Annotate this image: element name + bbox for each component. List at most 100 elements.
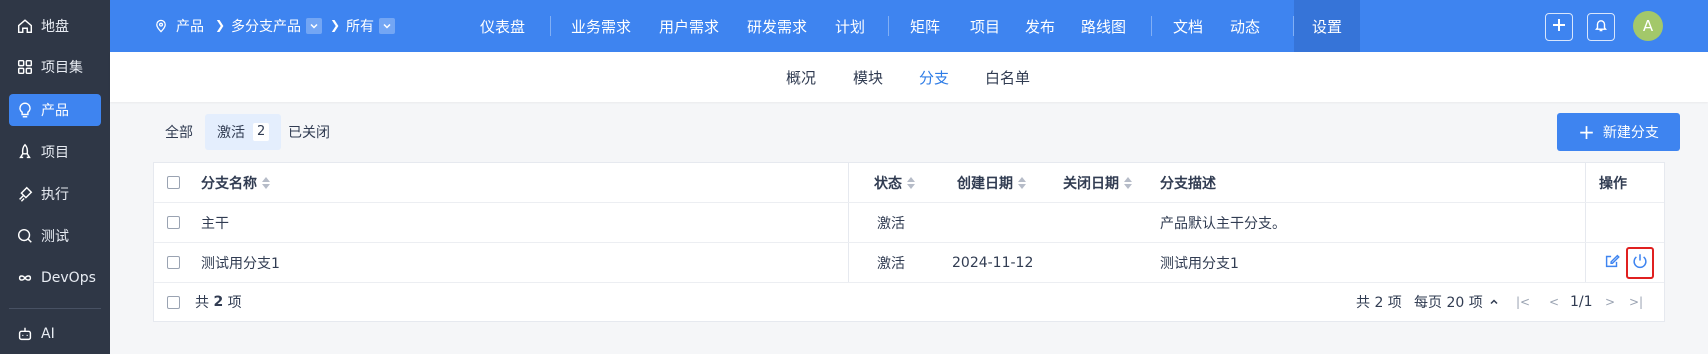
row-checkbox[interactable]	[167, 216, 180, 229]
last-page-icon[interactable]: >|	[1629, 295, 1643, 309]
header-status[interactable]: 状态	[874, 163, 915, 202]
subnav-whitelist[interactable]: 白名单	[985, 52, 1030, 102]
header-created[interactable]: 创建日期	[957, 163, 1026, 202]
nav-activity[interactable]: 动态	[1230, 0, 1260, 52]
sidebar-item-devops[interactable]: DevOps	[9, 262, 101, 294]
breadcrumb-scope-select[interactable]: 所有	[346, 0, 395, 52]
subnav-branches[interactable]: 分支	[919, 52, 949, 102]
edit-button[interactable]	[1600, 251, 1624, 275]
branch-table: 分支名称 状态 创建日期 关闭日期 分支描述 操作 主干 激活 产品默认主干分支…	[153, 162, 1665, 322]
bell-icon	[1594, 18, 1608, 36]
nav-dashboard[interactable]: 仪表盘	[480, 0, 525, 52]
sidebar-item-label: 测试	[41, 229, 69, 245]
pager-total: 共 2 项	[1356, 295, 1402, 311]
edit-icon	[1603, 252, 1621, 274]
nav-roadmap[interactable]: 路线图	[1081, 0, 1126, 52]
subnav-modules[interactable]: 模块	[853, 52, 883, 102]
chevron-up-icon	[1489, 297, 1499, 307]
bulb-icon	[16, 101, 34, 119]
breadcrumb-separator-icon: ❯	[215, 18, 226, 32]
new-branch-button[interactable]: + 新建分支	[1557, 113, 1680, 151]
power-icon	[1631, 252, 1649, 274]
nav-release[interactable]: 发布	[1025, 0, 1055, 52]
nav-settings[interactable]: 设置	[1294, 0, 1361, 52]
filter-all[interactable]: 全部	[165, 114, 193, 150]
sidebar-item-dashboard[interactable]: 地盘	[9, 10, 101, 42]
row-checkbox[interactable]	[167, 256, 180, 269]
first-page-icon[interactable]: |<	[1516, 295, 1530, 309]
plus-icon: +	[1578, 120, 1595, 144]
subnav: 概况 模块 分支 白名单	[110, 52, 1708, 102]
nav-dev-requirements[interactable]: 研发需求	[747, 0, 807, 52]
filter-closed[interactable]: 已关闭	[288, 114, 330, 150]
filter-active[interactable]: 激活 2	[205, 114, 282, 150]
footer-select-checkbox[interactable]	[167, 296, 180, 309]
sidebar-item-program[interactable]: 项目集	[9, 51, 101, 83]
header-description: 分支描述	[1160, 175, 1216, 192]
sidebar-item-label: 地盘	[41, 19, 69, 35]
test-search-icon	[16, 227, 34, 245]
sort-icon	[1124, 176, 1132, 189]
user-avatar[interactable]: A	[1633, 11, 1663, 41]
nav-docs[interactable]: 文档	[1173, 0, 1203, 52]
nav-divider	[888, 16, 889, 36]
branch-status: 激活	[877, 255, 905, 272]
table-footer: 共 2 项 共 2 项 每页 20 项 |< < 1/1 > >|	[154, 283, 1664, 321]
table-row: 主干 激活 产品默认主干分支。	[154, 203, 1664, 243]
header-closed[interactable]: 关闭日期	[1063, 163, 1132, 202]
nav-divider	[550, 16, 551, 36]
sort-icon	[262, 176, 270, 189]
chevron-down-icon[interactable]	[379, 18, 395, 34]
location-pin-icon	[154, 19, 168, 33]
breadcrumb-product[interactable]: 产品	[154, 0, 204, 52]
subnav-overview[interactable]: 概况	[786, 52, 816, 102]
sidebar-item-label: 项目集	[41, 60, 83, 76]
sidebar-item-product[interactable]: 产品	[9, 94, 101, 126]
sidebar-divider	[9, 308, 101, 309]
header-actions: 操作	[1599, 175, 1627, 192]
sidebar-item-test[interactable]: 测试	[9, 220, 101, 252]
home-icon	[16, 17, 34, 35]
chevron-down-icon[interactable]	[306, 18, 322, 34]
nav-project[interactable]: 项目	[970, 0, 1000, 52]
sidebar-item-execution[interactable]: 执行	[9, 178, 101, 210]
robot-icon	[16, 325, 34, 343]
table-header: 分支名称 状态 创建日期 关闭日期 分支描述 操作	[154, 163, 1664, 203]
sidebar-item-label: 执行	[41, 187, 69, 203]
table-row: 测试用分支1 激活 2024-11-12 测试用分支1	[154, 243, 1664, 283]
grid-icon	[16, 58, 34, 76]
close-branch-button[interactable]	[1626, 247, 1654, 279]
sidebar-item-project[interactable]: 项目	[9, 136, 101, 168]
sort-icon	[1018, 176, 1026, 189]
branch-name[interactable]: 主干	[201, 203, 229, 242]
select-all-checkbox[interactable]	[167, 176, 180, 189]
run-icon	[16, 185, 34, 203]
prev-page-icon[interactable]: <	[1549, 295, 1559, 309]
total-count: 共 2 项	[195, 294, 242, 311]
sort-icon	[907, 176, 915, 189]
next-page-icon[interactable]: >	[1605, 295, 1615, 309]
nav-plan[interactable]: 计划	[835, 0, 865, 52]
branch-created-date: 2024-11-12	[952, 254, 1034, 271]
page-indicator: 1/1	[1570, 294, 1593, 310]
plus-icon	[1552, 18, 1566, 36]
header-name[interactable]: 分支名称	[201, 163, 270, 202]
nav-business-requirements[interactable]: 业务需求	[571, 0, 631, 52]
nav-user-requirements[interactable]: 用户需求	[659, 0, 719, 52]
branch-description: 产品默认主干分支。	[1160, 215, 1286, 232]
branch-status: 激活	[877, 215, 905, 232]
branch-name[interactable]: 测试用分支1	[201, 243, 280, 282]
sidebar-item-label: DevOps	[41, 270, 96, 286]
filter-active-count: 2	[253, 123, 270, 141]
sidebar-item-label: 项目	[41, 145, 69, 161]
breadcrumb-product-select[interactable]: 多分支产品	[231, 0, 322, 52]
nav-matrix[interactable]: 矩阵	[910, 0, 940, 52]
infinity-icon	[16, 269, 34, 287]
sidebar-item-ai[interactable]: AI	[9, 318, 101, 350]
page-size-select[interactable]: 每页 20 项	[1414, 283, 1499, 321]
branch-description: 测试用分支1	[1160, 255, 1239, 272]
rocket-icon	[16, 143, 34, 161]
breadcrumb-separator-icon: ❯	[330, 18, 341, 32]
notifications-button[interactable]	[1587, 13, 1615, 41]
create-button[interactable]	[1545, 13, 1573, 41]
